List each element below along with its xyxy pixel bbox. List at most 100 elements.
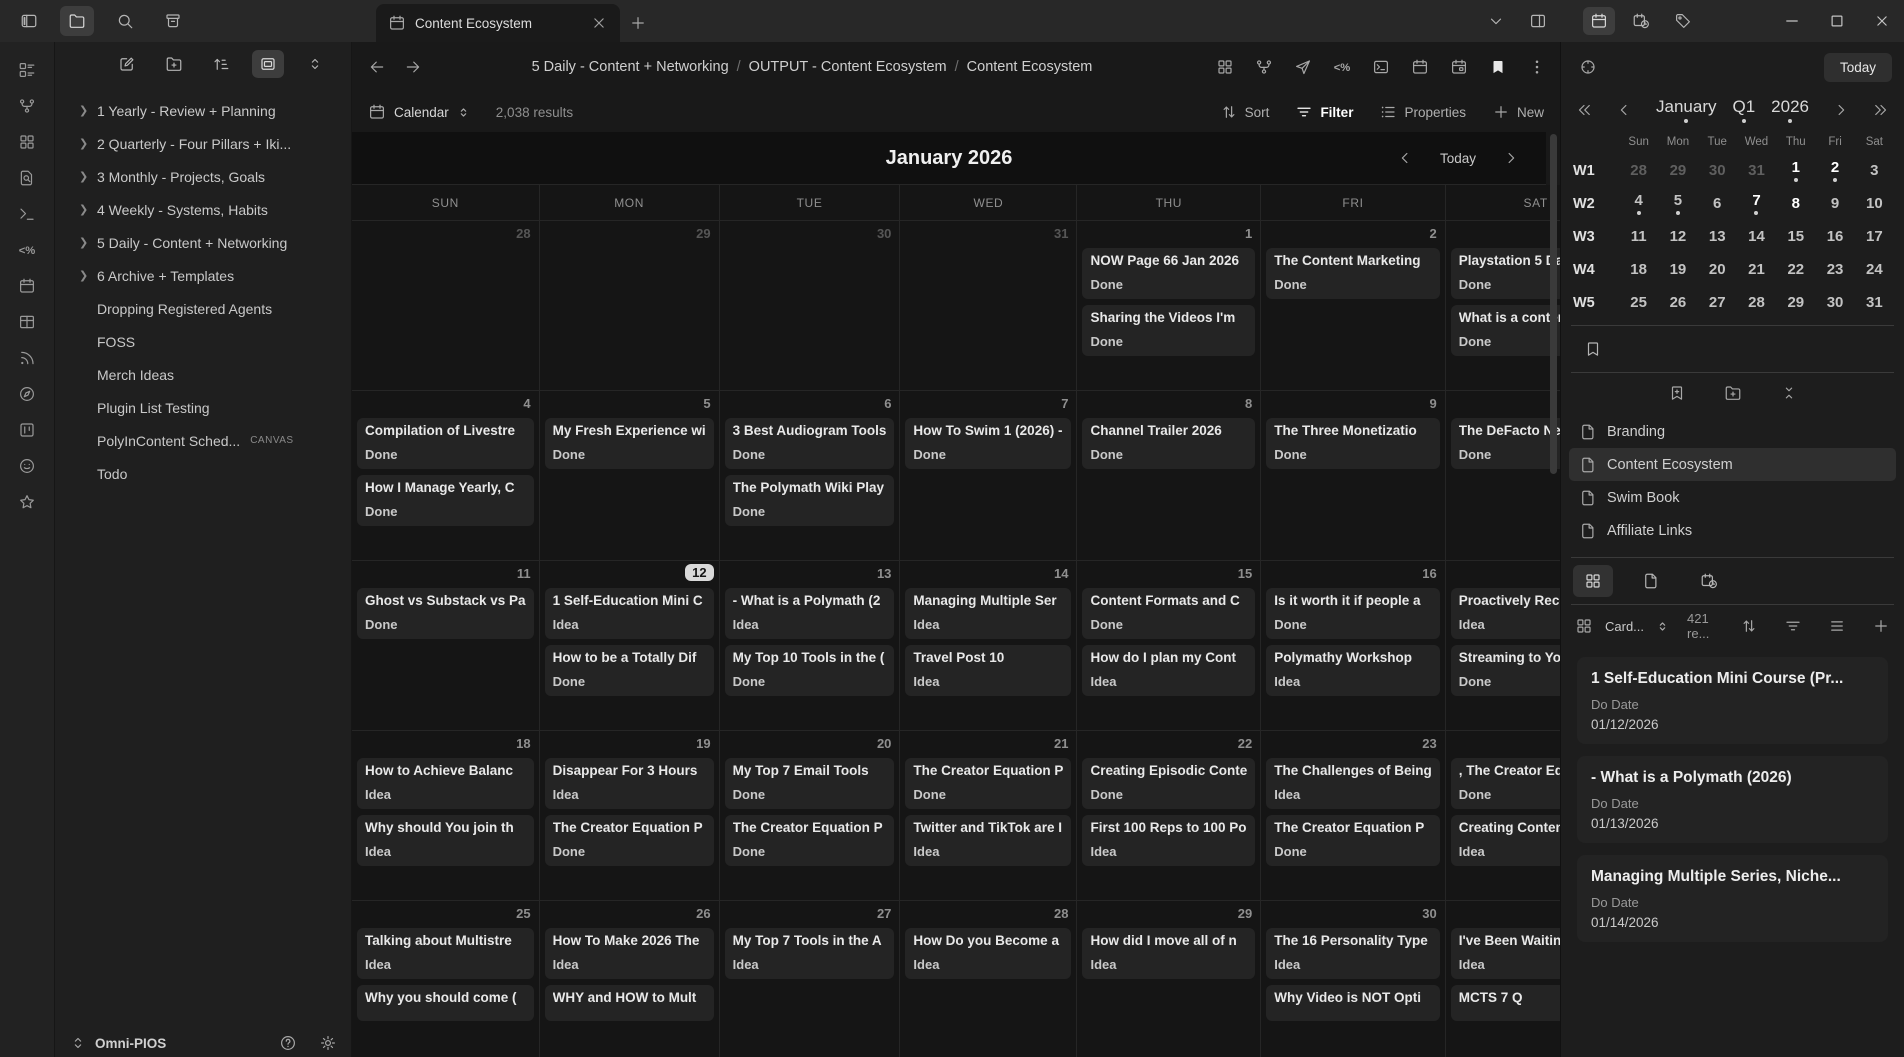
day-cell[interactable]: 20My Top 7 Email ToolsDoneThe Creator Eq… bbox=[720, 731, 901, 901]
calendar-event-card[interactable]: The Creator Equation PDone bbox=[1266, 815, 1440, 866]
minical-day[interactable]: 23 bbox=[1815, 253, 1854, 286]
day-cell[interactable]: 5My Fresh Experience wiDone bbox=[540, 391, 720, 561]
new-doc-icon[interactable] bbox=[111, 50, 143, 78]
sidebar-item[interactable]: ❯1 Yearly - Review + Planning bbox=[55, 94, 351, 127]
day-cell[interactable]: 8Channel Trailer 2026Done bbox=[1077, 391, 1261, 561]
calendar-event-card[interactable]: Channel Trailer 2026Done bbox=[1082, 418, 1255, 469]
minical-day[interactable]: 12 bbox=[1658, 220, 1697, 253]
minical-day[interactable]: 26 bbox=[1658, 286, 1697, 319]
prev-month-small-icon[interactable] bbox=[1615, 101, 1633, 119]
minical-quarter[interactable]: Q1 bbox=[1732, 97, 1755, 117]
day-cell[interactable]: 19Disappear For 3 HoursIdeaThe Creator E… bbox=[540, 731, 720, 901]
sort-docs-icon[interactable] bbox=[205, 50, 237, 78]
sidebar-item[interactable]: FOSS bbox=[55, 325, 351, 358]
bookmark-item[interactable]: Branding bbox=[1569, 415, 1896, 448]
day-cell[interactable]: 7How To Swim 1 (2026) -Done bbox=[900, 391, 1077, 561]
share-icon[interactable] bbox=[1294, 58, 1312, 76]
day-cell[interactable]: 28 bbox=[352, 221, 540, 391]
sidebar-item[interactable]: ❯2 Quarterly - Four Pillars + Iki... bbox=[55, 127, 351, 160]
focus-today-icon[interactable] bbox=[1579, 58, 1597, 76]
expand-collapse-icon[interactable] bbox=[299, 50, 331, 78]
calendar-event-card[interactable]: How I Manage Yearly, CDone bbox=[357, 475, 534, 526]
tab-close-icon[interactable] bbox=[590, 14, 608, 32]
week-label[interactable]: W3 bbox=[1573, 220, 1619, 253]
breadcrumb-segment[interactable]: 5 Daily - Content + Networking bbox=[532, 59, 729, 75]
console-icon[interactable] bbox=[1372, 58, 1390, 76]
collapse-all-icon[interactable] bbox=[1780, 384, 1798, 402]
sidebar-item[interactable]: ❯5 Daily - Content + Networking bbox=[55, 226, 351, 259]
settings-gear-icon[interactable] bbox=[319, 1034, 337, 1052]
calendar-event-card[interactable]: How did I move all of nIdea bbox=[1082, 928, 1255, 979]
minical-title[interactable]: January Q1 2026 bbox=[1633, 97, 1832, 123]
calendar-icon[interactable] bbox=[15, 276, 39, 295]
calendar-event-card[interactable]: Why you should come ( bbox=[357, 985, 534, 1021]
calendar-event-card[interactable]: How to be a Totally DifDone bbox=[545, 645, 714, 696]
minical-day[interactable]: 21 bbox=[1737, 253, 1776, 286]
next-year-icon[interactable] bbox=[1872, 101, 1890, 119]
minical-day[interactable]: 4 bbox=[1619, 187, 1658, 220]
table-icon[interactable] bbox=[15, 312, 39, 331]
add-bookmark-folder-icon[interactable] bbox=[1724, 384, 1742, 402]
calendar-event-card[interactable]: My Top 7 Email ToolsDone bbox=[725, 758, 895, 809]
code-template-icon[interactable]: <% bbox=[15, 240, 39, 259]
graph-view-icon[interactable] bbox=[1255, 58, 1273, 76]
breadcrumb-segment[interactable]: OUTPUT - Content Ecosystem bbox=[749, 59, 947, 75]
day-cell[interactable]: 15Content Formats and CDoneHow do I plan… bbox=[1077, 561, 1261, 731]
calendar-event-card[interactable]: Managing Multiple SerIdea bbox=[905, 588, 1071, 639]
minical-day[interactable]: 29 bbox=[1658, 154, 1697, 187]
calendar-event-card[interactable]: How Do you Become aIdea bbox=[905, 928, 1071, 979]
minical-day[interactable]: 17 bbox=[1855, 220, 1894, 253]
search-icon[interactable] bbox=[108, 6, 142, 36]
help-icon[interactable] bbox=[279, 1034, 297, 1052]
rss-icon[interactable] bbox=[15, 348, 39, 367]
reminder-panel-tab[interactable] bbox=[1689, 565, 1729, 597]
template-icon[interactable]: <% bbox=[1333, 58, 1351, 76]
star-icon[interactable] bbox=[15, 492, 39, 511]
archive-icon[interactable] bbox=[156, 6, 190, 36]
tab-content-ecosystem[interactable]: Content Ecosystem bbox=[376, 4, 620, 42]
calendar-clock-icon[interactable] bbox=[1625, 7, 1657, 35]
week-label[interactable]: W5 bbox=[1573, 286, 1619, 319]
doc-calendar-icon[interactable] bbox=[1411, 58, 1429, 76]
calendar-event-card[interactable]: Creating Episodic ConteDone bbox=[1082, 758, 1255, 809]
calendar-event-card[interactable]: Why Video is NOT Opti bbox=[1266, 985, 1440, 1021]
calendar-week-icon[interactable] bbox=[1450, 58, 1468, 76]
minical-day[interactable]: 9 bbox=[1815, 187, 1854, 220]
calendar-event-card[interactable]: Sharing the Videos I'mDone bbox=[1082, 305, 1255, 356]
calendar-plugin-button[interactable] bbox=[1583, 7, 1615, 35]
day-cell[interactable]: 11Ghost vs Substack vs PaDone bbox=[352, 561, 540, 731]
calendar-event-card[interactable]: The Three MonetizatioDone bbox=[1266, 418, 1440, 469]
calendar-today-button[interactable]: Today bbox=[1440, 151, 1476, 166]
sidebar-item[interactable]: Todo bbox=[55, 457, 351, 490]
properties-button[interactable]: Properties bbox=[1379, 103, 1466, 121]
sort-button[interactable]: Sort bbox=[1220, 103, 1270, 121]
sidebar-item[interactable]: ❯3 Monthly - Projects, Goals bbox=[55, 160, 351, 193]
minical-day[interactable]: 27 bbox=[1698, 286, 1737, 319]
minical-day[interactable]: 22 bbox=[1776, 253, 1815, 286]
calendar-event-card[interactable]: - What is a Polymath (2Idea bbox=[725, 588, 895, 639]
bookmark-panel-tab[interactable] bbox=[1573, 333, 1613, 365]
calendar-event-card[interactable]: The Creator Equation PDone bbox=[905, 758, 1071, 809]
day-cell[interactable]: 16Is it worth it if people aDonePolymath… bbox=[1261, 561, 1446, 731]
card-filter-icon[interactable] bbox=[1784, 617, 1802, 635]
calendar-event-card[interactable]: Twitter and TikTok are IIdea bbox=[905, 815, 1071, 866]
minical-day[interactable]: 28 bbox=[1737, 286, 1776, 319]
minical-day[interactable]: 13 bbox=[1698, 220, 1737, 253]
week-label[interactable]: W2 bbox=[1573, 187, 1619, 220]
workspace-folder-button[interactable] bbox=[60, 6, 94, 36]
calendar-event-card[interactable]: Is it worth it if people aDone bbox=[1266, 588, 1440, 639]
doc-panel-tab[interactable] bbox=[1631, 565, 1671, 597]
day-cell[interactable]: 25Talking about MultistreIdeaWhy you sho… bbox=[352, 901, 540, 1057]
breadcrumb[interactable]: 5 Daily - Content + Networking/OUTPUT - … bbox=[422, 59, 1202, 75]
new-entry-button[interactable]: New bbox=[1492, 103, 1544, 121]
bookmark-item[interactable]: Swim Book bbox=[1569, 481, 1896, 514]
card-view-label[interactable]: Card... bbox=[1605, 619, 1644, 634]
calendar-event-card[interactable]: 1 Self-Education Mini CIdea bbox=[545, 588, 714, 639]
vcs-graph-icon[interactable] bbox=[15, 96, 39, 115]
tab-list-chevron-icon[interactable] bbox=[1479, 6, 1513, 36]
calendar-event-card[interactable]: How do I plan my ContIdea bbox=[1082, 645, 1255, 696]
minical-day[interactable]: 24 bbox=[1855, 253, 1894, 286]
add-bookmark-icon[interactable] bbox=[1668, 384, 1686, 402]
prev-month-icon[interactable] bbox=[1396, 149, 1414, 167]
minical-day[interactable]: 14 bbox=[1737, 220, 1776, 253]
